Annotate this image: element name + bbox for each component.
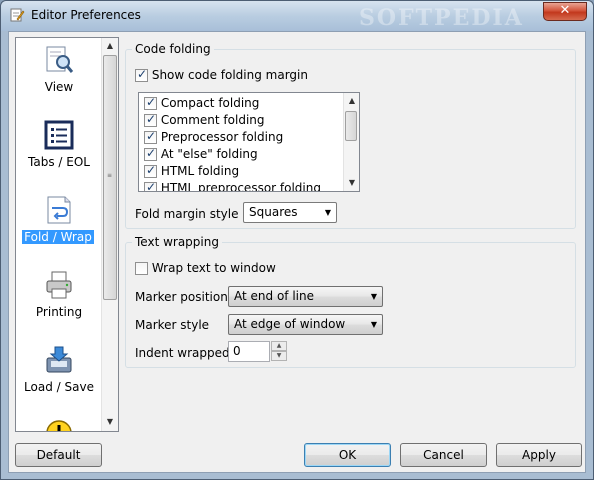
marker-position-dropdown[interactable]: At end of line ▼ [228,286,383,307]
chevron-down-icon: ▼ [370,292,377,301]
title-bar[interactable]: Editor Preferences SOFTPEDIA ✕ [1,1,593,31]
list-scrollbar[interactable]: ▲ ▼ [343,93,359,191]
category-load-save[interactable]: Load / Save [16,340,102,412]
scroll-down-arrow-icon[interactable]: ▼ [102,414,118,430]
dropdown-value: At end of line [234,289,314,303]
scroll-thumb[interactable]: ≡ [103,55,117,300]
load-save-icon [46,346,72,373]
scroll-up-arrow-icon[interactable]: ▲ [344,93,359,109]
checkbox-label: Wrap text to window [151,261,276,275]
marker-style-dropdown[interactable]: At edge of window ▼ [228,314,383,335]
chevron-down-icon: ▼ [370,320,377,329]
category-fold-wrap[interactable]: Fold / Wrap [16,190,102,262]
list-item[interactable]: Compact folding [144,95,260,110]
category-scrollbar[interactable]: ▲ ≡ ▼ [101,38,118,431]
list-item-label: At "else" folding [160,147,258,161]
fold-margin-style-dropdown[interactable]: Squares ▼ [243,202,337,223]
group-title: Code folding [132,42,214,56]
dialog-body: View Tabs / EOL Fold / Wrap Printing Loa… [8,31,586,473]
category-label: Load / Save [24,380,94,394]
notepad-pencil-icon [10,8,25,22]
chevron-down-icon: ▼ [324,208,331,217]
scroll-down-arrow-icon[interactable]: ▼ [344,175,359,191]
list-item-label: Comment folding [160,113,265,127]
marker-style-label: Marker style [135,318,210,332]
dropdown-value: Squares [249,205,298,219]
checkbox-unchecked[interactable] [135,262,148,275]
list-item-label: HTML folding [160,164,240,178]
warning-icon [46,420,72,431]
list-item[interactable]: Preprocessor folding [144,129,284,144]
grip-icon: ≡ [107,172,113,179]
show-margin-checkbox[interactable]: Show code folding margin [135,67,308,82]
fold-margin-style-label: Fold margin style [135,207,239,221]
category-printing[interactable]: Printing [16,265,102,337]
ok-button[interactable]: OK [304,443,391,467]
window-title: Editor Preferences [31,8,141,22]
checkbox-checked[interactable] [144,95,157,110]
list-item[interactable]: At "else" folding [144,146,258,161]
code-folding-group: Code folding Show code folding margin Co… [125,42,576,229]
apply-button[interactable]: Apply [496,443,582,467]
list-item[interactable]: HTML preprocessor folding [144,180,321,192]
list-item-label: Compact folding [160,96,260,110]
spin-down-arrow-icon[interactable]: ▼ [271,351,287,361]
checkbox-checked[interactable] [144,129,157,144]
list-item[interactable]: HTML folding [144,163,240,178]
preferences-window: Editor Preferences SOFTPEDIA ✕ View Tabs… [0,0,594,480]
category-list[interactable]: View Tabs / EOL Fold / Wrap Printing Loa… [15,37,119,432]
list-item[interactable]: Comment folding [144,112,265,127]
category-label: Fold / Wrap [22,230,94,244]
marker-position-label: Marker position [135,290,228,304]
category-label: Tabs / EOL [28,155,90,169]
indent-wrapped-label: Indent wrapped [135,346,230,360]
scroll-thumb[interactable] [345,111,357,141]
wrap-text-checkbox[interactable]: Wrap text to window [135,261,276,275]
category-label: Printing [35,305,83,319]
view-magnifier-icon [46,46,74,73]
spin-up-arrow-icon[interactable]: ▲ [271,341,287,351]
default-button[interactable]: Default [15,443,102,467]
category-label: View [44,80,74,94]
cancel-button[interactable]: Cancel [400,443,487,467]
fold-wrap-icon [47,196,71,224]
checkbox-checked[interactable] [144,112,157,127]
category-tabs-eol[interactable]: Tabs / EOL [16,115,102,187]
folding-options-list[interactable]: Compact folding Comment folding Preproce… [138,92,360,192]
indent-spinner: ▲ ▼ [271,341,287,362]
checkbox-label: Show code folding margin [151,68,308,82]
close-button[interactable]: ✕ [543,2,587,21]
checkbox-checked[interactable] [144,180,157,191]
list-item-label: Preprocessor folding [160,130,284,144]
printer-icon [46,271,72,299]
tabs-eol-icon [44,120,74,150]
category-warning[interactable] [16,413,102,431]
watermark: SOFTPEDIA [359,5,524,31]
checkbox-checked[interactable] [135,67,148,82]
group-title: Text wrapping [132,235,222,249]
category-view[interactable]: View [16,40,102,112]
scroll-up-arrow-icon[interactable]: ▲ [102,38,118,54]
indent-wrapped-input[interactable]: 0 [228,341,270,362]
list-item-label: HTML preprocessor folding [160,181,321,192]
checkbox-checked[interactable] [144,163,157,178]
checkbox-checked[interactable] [144,146,157,161]
dropdown-value: At edge of window [234,317,346,331]
text-wrapping-group: Text wrapping Wrap text to window Marker… [125,235,576,368]
